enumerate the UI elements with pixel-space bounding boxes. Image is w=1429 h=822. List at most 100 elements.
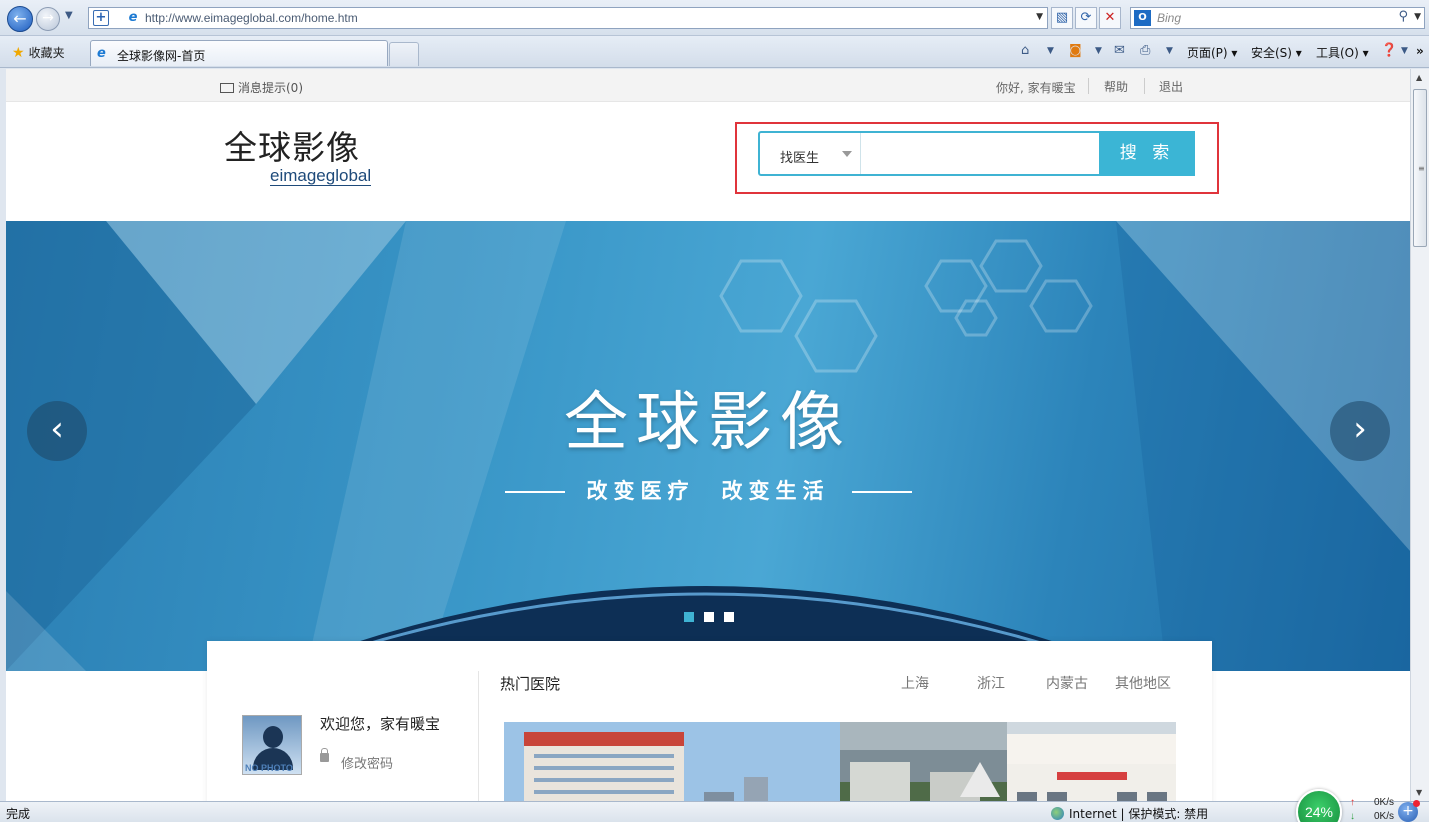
safety-menu[interactable]: 安全(S) ▾ bbox=[1251, 44, 1302, 61]
more-chevron-icon[interactable]: » bbox=[1416, 44, 1424, 58]
carousel-indicators bbox=[684, 611, 744, 625]
refresh-icon[interactable]: ⟳ bbox=[1075, 7, 1097, 29]
scrollbar-thumb[interactable]: ≡ bbox=[1413, 89, 1427, 247]
grip-icon: ≡ bbox=[1418, 164, 1425, 173]
page-menu-label: 页面(P) bbox=[1187, 46, 1228, 60]
divider bbox=[851, 491, 912, 493]
banner-prev-button[interactable]: ‹ bbox=[27, 401, 87, 461]
carousel-dot[interactable] bbox=[704, 612, 714, 622]
region-tab-zhejiang[interactable]: 浙江 bbox=[977, 673, 1005, 693]
status-text: 完成 bbox=[6, 807, 31, 821]
site-header: 全球影像 eimageglobal 找医生 搜 索 bbox=[6, 102, 1410, 221]
scroll-down-icon[interactable]: ▼ bbox=[1416, 788, 1422, 797]
address-bar[interactable]: + e http://www.eimageglobal.com/home.htm… bbox=[88, 7, 1048, 29]
logo-english-text: eimageglobal bbox=[270, 166, 372, 186]
bing-search-placeholder[interactable]: Bing bbox=[1157, 11, 1181, 25]
welcome-text: 欢迎您，家有暖宝 bbox=[320, 715, 441, 733]
hero-banner: 全球影像 改变医疗 改变生活 ‹ › bbox=[6, 221, 1410, 671]
stop-icon[interactable]: ✕ bbox=[1099, 7, 1121, 29]
new-tab-button[interactable] bbox=[389, 42, 419, 66]
site-top-bar: 消息提示(0) 你好, 家有暖宝 帮助 退出 bbox=[6, 69, 1410, 102]
divider bbox=[1144, 78, 1145, 94]
banner-next-button[interactable]: › bbox=[1330, 401, 1390, 461]
favorites-button[interactable]: ★ 收藏夹 bbox=[12, 44, 65, 61]
search-category-select[interactable]: 找医生 bbox=[760, 133, 861, 174]
hospital-photo[interactable] bbox=[1007, 722, 1176, 801]
home-dropdown-icon[interactable]: ▼ bbox=[1047, 46, 1054, 56]
add-on-plus-icon[interactable]: + bbox=[1398, 800, 1420, 822]
hospital-photo-image bbox=[1007, 722, 1176, 801]
bing-logo-icon: O bbox=[1134, 10, 1151, 26]
banner-subtitle: 改变医疗 改变生活 bbox=[586, 479, 830, 503]
envelope-icon bbox=[220, 83, 234, 93]
tools-menu[interactable]: 工具(O) ▾ bbox=[1316, 44, 1369, 61]
banner-title: 全球影像 bbox=[564, 386, 852, 460]
page-menu[interactable]: 页面(P) ▾ bbox=[1187, 44, 1237, 61]
bing-search-box[interactable]: O Bing ⚲ ▼ bbox=[1130, 7, 1425, 29]
no-photo-label: NO PHOTO bbox=[245, 763, 293, 773]
region-tab-inner-mongolia[interactable]: 内蒙古 bbox=[1046, 673, 1088, 693]
print-icon[interactable]: ⎙ bbox=[1140, 43, 1150, 58]
search-input[interactable] bbox=[862, 133, 1099, 174]
globe-icon bbox=[1051, 807, 1064, 820]
forward-button[interactable]: → bbox=[36, 7, 60, 31]
search-button[interactable]: 搜 索 bbox=[1099, 131, 1195, 176]
site-logo[interactable]: 全球影像 eimageglobal bbox=[224, 128, 372, 186]
divider bbox=[504, 491, 565, 493]
vertical-scrollbar[interactable]: ▲ ≡ ▼ bbox=[1410, 69, 1429, 801]
back-button[interactable]: ← bbox=[7, 6, 33, 32]
ie-page-icon: e bbox=[97, 46, 106, 61]
tab-title: 全球影像网-首页 bbox=[117, 49, 206, 63]
message-label: 消息提示(0) bbox=[238, 81, 303, 95]
print-dropdown-icon[interactable]: ▼ bbox=[1166, 46, 1173, 56]
hospital-photo[interactable] bbox=[504, 722, 840, 801]
hospital-photo-image bbox=[840, 722, 1007, 801]
search-form: 找医生 搜 索 bbox=[758, 131, 1195, 176]
chevron-down-icon bbox=[842, 151, 852, 157]
logout-link[interactable]: 退出 bbox=[1159, 78, 1183, 95]
upload-rate: 0K/s bbox=[1374, 797, 1395, 808]
download-rate: 0K/s bbox=[1374, 811, 1395, 822]
home-icon[interactable]: ⌂ bbox=[1021, 43, 1029, 58]
region-tab-other[interactable]: 其他地区 bbox=[1115, 673, 1171, 693]
address-url[interactable]: http://www.eimageglobal.com/home.htm bbox=[145, 11, 358, 25]
feed-dropdown-icon[interactable]: ▼ bbox=[1095, 46, 1102, 56]
banner-subtitle-row: 改变医疗 改变生活 bbox=[6, 475, 1410, 505]
logo-chinese-text: 全球影像 bbox=[224, 128, 360, 167]
browser-tab-row: ★ 收藏夹 e 全球影像网-首页 ⌂ ▼ ◙ ▼ ✉ ⎙ ▼ 页面(P) ▾ 安全… bbox=[0, 36, 1429, 68]
scroll-up-icon[interactable]: ▲ bbox=[1416, 73, 1422, 82]
search-dropdown-icon[interactable]: ▼ bbox=[1414, 12, 1421, 22]
hospital-photo[interactable] bbox=[840, 722, 1007, 801]
security-zone-label: Internet | 保护模式: 禁用 bbox=[1069, 807, 1209, 821]
active-tab[interactable]: e 全球影像网-首页 bbox=[90, 40, 388, 66]
rss-feed-icon[interactable]: ◙ bbox=[1069, 43, 1082, 58]
compatibility-view-icon[interactable]: ▧ bbox=[1051, 7, 1073, 29]
divider bbox=[1088, 78, 1089, 94]
browser-address-row: ← → ▼ + e http://www.eimageglobal.com/ho… bbox=[0, 0, 1429, 36]
status-bar: 完成 Internet | 保护模式: 禁用 24% ↑ 0K/s ↓ 0K/s + bbox=[0, 789, 1429, 822]
favorites-label: 收藏夹 bbox=[28, 46, 65, 60]
tools-menu-label: 工具(O) bbox=[1316, 46, 1359, 60]
network-rates: ↑ 0K/s ↓ 0K/s bbox=[1350, 796, 1394, 822]
carousel-dot[interactable] bbox=[684, 612, 694, 622]
address-dropdown-icon[interactable]: ▼ bbox=[1036, 12, 1043, 22]
mail-icon[interactable]: ✉ bbox=[1114, 43, 1125, 58]
upload-arrow-icon: ↑ bbox=[1350, 797, 1355, 808]
avatar-silhouette-head bbox=[263, 726, 283, 748]
region-tab-shanghai[interactable]: 上海 bbox=[901, 673, 929, 693]
carousel-dot[interactable] bbox=[724, 612, 734, 622]
message-link[interactable]: 消息提示(0) bbox=[220, 79, 303, 96]
user-greeting: 你好, 家有暖宝 bbox=[996, 81, 1076, 95]
ie-page-icon: e bbox=[128, 10, 138, 25]
page-viewport: 消息提示(0) 你好, 家有暖宝 帮助 退出 全球影像 eimageglobal… bbox=[6, 69, 1410, 801]
help-link[interactable]: 帮助 bbox=[1104, 78, 1128, 95]
help-dropdown-icon[interactable]: ▼ bbox=[1401, 46, 1408, 56]
search-icon[interactable]: ⚲ bbox=[1398, 9, 1408, 24]
lock-icon bbox=[320, 748, 329, 762]
security-zone[interactable]: Internet | 保护模式: 禁用 bbox=[1051, 805, 1208, 822]
hospital-photo-image bbox=[504, 722, 840, 801]
history-dropdown-icon[interactable]: ▼ bbox=[65, 10, 73, 21]
add-tab-icon[interactable]: + bbox=[93, 10, 109, 26]
change-password-link[interactable]: 修改密码 bbox=[341, 753, 393, 772]
help-icon[interactable]: ❓ bbox=[1381, 43, 1397, 58]
